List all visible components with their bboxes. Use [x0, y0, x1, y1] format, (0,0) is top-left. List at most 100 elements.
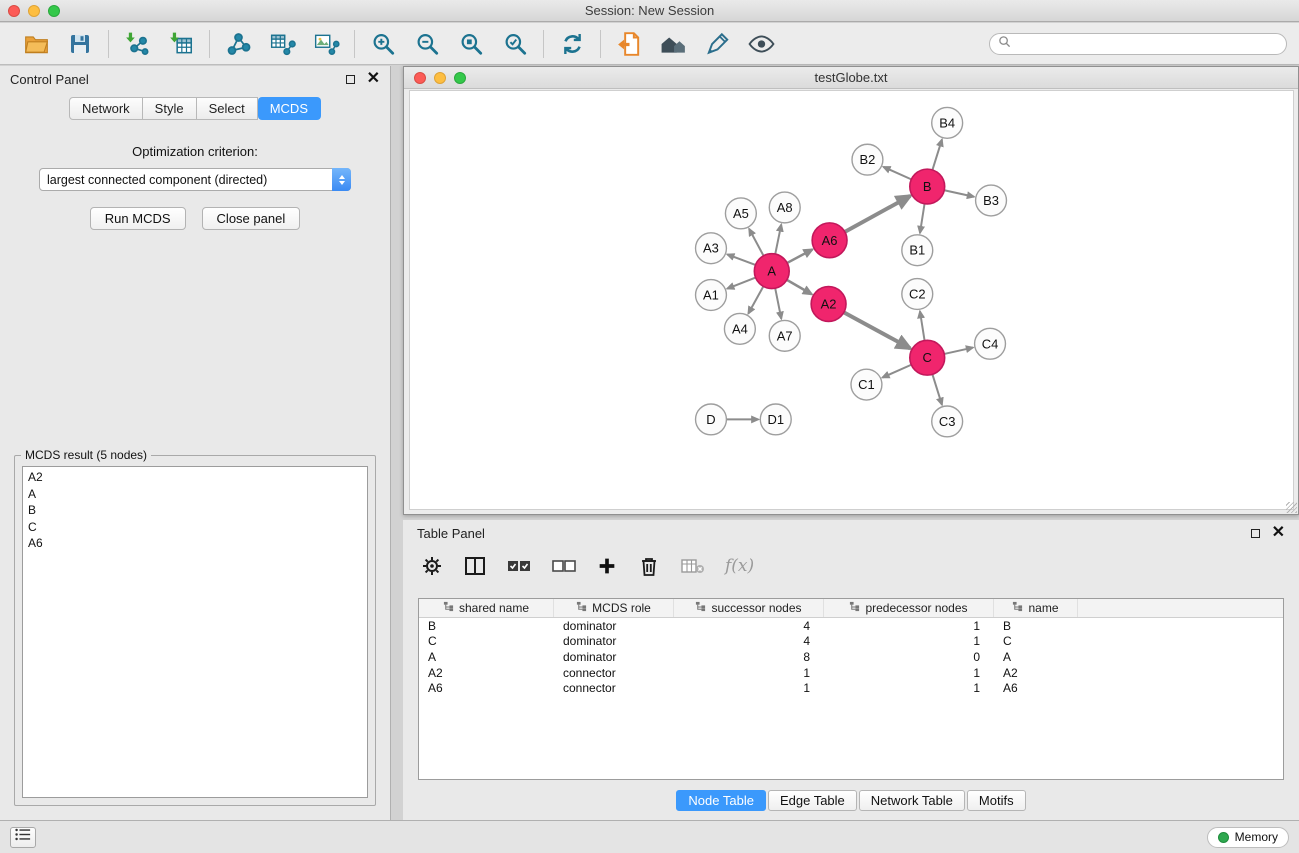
- settings-gear-icon[interactable]: [420, 551, 444, 581]
- graph-node-D[interactable]: D: [696, 404, 727, 435]
- close-window-button[interactable]: [8, 5, 20, 17]
- graph-edge-A-A6[interactable]: [787, 249, 812, 262]
- graph-node-C1[interactable]: C1: [851, 369, 882, 400]
- open-session-icon[interactable]: [17, 27, 55, 61]
- graph-node-A1[interactable]: A1: [696, 280, 727, 311]
- tab-motifs[interactable]: Motifs: [967, 790, 1026, 811]
- result-item[interactable]: C: [23, 519, 367, 536]
- network-maximize-button[interactable]: [454, 72, 466, 84]
- graph-edge-A2-C[interactable]: [844, 312, 910, 348]
- graph-edge-C-C4[interactable]: [944, 348, 973, 354]
- graph-node-A5[interactable]: A5: [725, 198, 756, 229]
- graph-edge-B-B4[interactable]: [932, 139, 942, 169]
- tab-style[interactable]: Style: [143, 97, 197, 120]
- search-input[interactable]: [1016, 37, 1278, 51]
- function-builder-icon[interactable]: f(x): [725, 556, 754, 576]
- graph-node-A4[interactable]: A4: [724, 313, 755, 344]
- table-row[interactable]: Bdominator41B: [419, 618, 1283, 634]
- annotation-icon[interactable]: [698, 27, 736, 61]
- criterion-dropdown[interactable]: largest connected component (directed): [39, 168, 351, 191]
- graph-edge-A-A7[interactable]: [775, 288, 781, 319]
- graph-node-A6[interactable]: A6: [812, 223, 847, 258]
- minimize-window-button[interactable]: [28, 5, 40, 17]
- add-column-icon[interactable]: [596, 551, 618, 581]
- graph-edge-A-A2[interactable]: [787, 280, 812, 294]
- run-mcds-button[interactable]: Run MCDS: [90, 207, 186, 230]
- graph-edge-B-B1[interactable]: [920, 204, 925, 233]
- tab-mcds[interactable]: MCDS: [258, 97, 321, 120]
- maximize-window-button[interactable]: [48, 5, 60, 17]
- result-item[interactable]: A6: [23, 535, 367, 552]
- tab-edge-table[interactable]: Edge Table: [768, 790, 857, 811]
- network-canvas[interactable]: B4B2BB3A5A8A6A3B1AC2A1A2A4A7C4CC1C3DD1: [409, 90, 1294, 510]
- home-icon[interactable]: [654, 27, 692, 61]
- graph-node-B2[interactable]: B2: [852, 144, 883, 175]
- zoom-fit-icon[interactable]: [452, 27, 490, 61]
- graph-node-A8[interactable]: A8: [769, 192, 800, 223]
- graph-node-B3[interactable]: B3: [976, 185, 1007, 216]
- column-header-shared-name[interactable]: shared name: [419, 599, 554, 617]
- result-item[interactable]: B: [23, 502, 367, 519]
- float-panel-icon[interactable]: [346, 75, 355, 84]
- network-minimize-button[interactable]: [434, 72, 446, 84]
- result-item[interactable]: A2: [23, 469, 367, 486]
- graph-edge-B-B3[interactable]: [944, 190, 974, 196]
- show-columns-icon[interactable]: [463, 551, 487, 581]
- column-header-MCDS-role[interactable]: MCDS role: [554, 599, 674, 617]
- network-file-icon[interactable]: [610, 27, 648, 61]
- table-row[interactable]: A2connector11A2: [419, 665, 1283, 681]
- table-row[interactable]: Adominator80A: [419, 649, 1283, 665]
- zoom-in-icon[interactable]: [364, 27, 402, 61]
- graph-node-C3[interactable]: C3: [932, 406, 963, 437]
- graph-edge-A-A4[interactable]: [748, 286, 763, 313]
- memory-button[interactable]: Memory: [1207, 827, 1289, 848]
- close-panel-button[interactable]: Close panel: [202, 207, 301, 230]
- import-network-icon[interactable]: [118, 27, 156, 61]
- graph-node-B1[interactable]: B1: [902, 235, 933, 266]
- float-table-panel-icon[interactable]: [1251, 529, 1260, 538]
- zoom-out-icon[interactable]: [408, 27, 446, 61]
- tab-network-table[interactable]: Network Table: [859, 790, 965, 811]
- graph-node-A3[interactable]: A3: [696, 233, 727, 264]
- graph-node-D1[interactable]: D1: [760, 404, 791, 435]
- column-header-successor-nodes[interactable]: successor nodes: [674, 599, 824, 617]
- new-network-icon[interactable]: [219, 27, 257, 61]
- tab-select[interactable]: Select: [197, 97, 258, 120]
- graph-edge-C-C1[interactable]: [882, 365, 911, 378]
- graph-edge-A-A5[interactable]: [749, 229, 763, 256]
- graph-edge-C-C2[interactable]: [920, 311, 925, 340]
- graph-node-A[interactable]: A: [754, 254, 789, 289]
- export-image-icon[interactable]: [307, 27, 345, 61]
- select-all-icon[interactable]: [506, 551, 532, 581]
- graph-edge-A-A3[interactable]: [727, 254, 755, 265]
- import-table-icon[interactable]: [162, 27, 200, 61]
- column-header-name[interactable]: name: [994, 599, 1078, 617]
- export-table-icon[interactable]: [263, 27, 301, 61]
- graph-node-C[interactable]: C: [910, 340, 945, 375]
- zoom-selected-icon[interactable]: [496, 27, 534, 61]
- table-row[interactable]: A6connector11A6: [419, 680, 1283, 696]
- mcds-result-list[interactable]: A2ABCA6: [22, 466, 368, 798]
- graph-edge-C-C3[interactable]: [932, 374, 942, 404]
- tab-node-table[interactable]: Node Table: [676, 790, 766, 811]
- delete-table-icon[interactable]: [680, 551, 706, 581]
- graph-edge-A-A1[interactable]: [727, 278, 755, 289]
- save-session-icon[interactable]: [61, 27, 99, 61]
- graph-edge-A-A8[interactable]: [775, 225, 781, 255]
- graph-node-B4[interactable]: B4: [932, 107, 963, 138]
- tab-network[interactable]: Network: [69, 97, 143, 120]
- graph-node-A7[interactable]: A7: [769, 320, 800, 351]
- graph-edge-B-B2[interactable]: [883, 167, 911, 180]
- graph-node-A2[interactable]: A2: [811, 287, 846, 322]
- apply-layout-icon[interactable]: [553, 27, 591, 61]
- network-close-button[interactable]: [414, 72, 426, 84]
- eye-icon[interactable]: [742, 27, 780, 61]
- result-item[interactable]: A: [23, 486, 367, 503]
- column-header-predecessor-nodes[interactable]: predecessor nodes: [824, 599, 994, 617]
- close-table-panel-icon[interactable]: ✕: [1272, 525, 1285, 541]
- graph-node-C2[interactable]: C2: [902, 279, 933, 310]
- deselect-all-icon[interactable]: [551, 551, 577, 581]
- graph-node-B[interactable]: B: [910, 169, 945, 204]
- close-panel-icon[interactable]: ✕: [367, 71, 380, 87]
- task-history-button[interactable]: [10, 827, 36, 848]
